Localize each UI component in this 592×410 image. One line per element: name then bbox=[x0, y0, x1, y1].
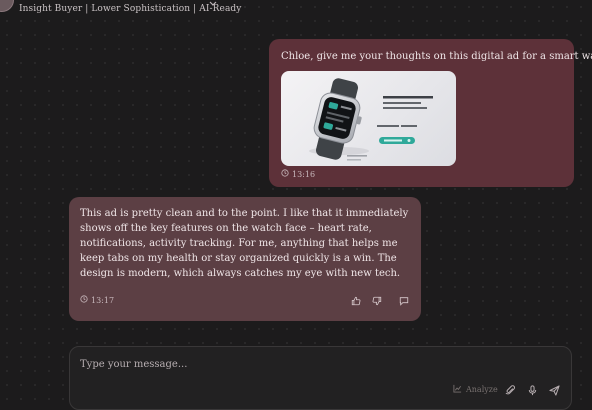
thumbs-down-icon[interactable] bbox=[369, 292, 386, 310]
timestamp-text: 13:16 bbox=[292, 169, 316, 179]
timestamp-text: 13:17 bbox=[91, 295, 115, 305]
message-composer: Analyze bbox=[69, 346, 572, 410]
send-icon[interactable] bbox=[547, 383, 561, 397]
microphone-icon[interactable] bbox=[525, 383, 539, 397]
comment-icon[interactable] bbox=[395, 292, 412, 310]
paperclip-icon[interactable] bbox=[503, 383, 517, 397]
clock-icon bbox=[80, 295, 91, 305]
chart-line-icon bbox=[453, 384, 466, 395]
user-message: Chloe, give me your thoughts on this dig… bbox=[269, 39, 592, 187]
smartwatch-ad-image[interactable] bbox=[281, 71, 456, 166]
analyze-label: Analyze bbox=[466, 385, 498, 394]
analyze-button[interactable]: Analyze bbox=[453, 384, 498, 395]
avatar[interactable] bbox=[0, 0, 14, 12]
message-input[interactable] bbox=[80, 356, 550, 372]
user-message-text: Chloe, give me your thoughts on this dig… bbox=[281, 51, 592, 62]
feedback-actions bbox=[348, 292, 412, 310]
thumbs-up-icon[interactable] bbox=[348, 292, 365, 310]
chat-header: Insight Buyer | Lower Sophistication | A… bbox=[0, 0, 592, 24]
assistant-message: This ad is pretty clean and to the point… bbox=[69, 197, 421, 321]
clock-icon bbox=[281, 169, 292, 179]
assistant-message-text: This ad is pretty clean and to the point… bbox=[80, 208, 409, 279]
chevron-down-icon[interactable] bbox=[208, 0, 218, 6]
message-timestamp: 13:17 bbox=[80, 295, 114, 305]
message-timestamp: 13:16 bbox=[281, 169, 315, 179]
